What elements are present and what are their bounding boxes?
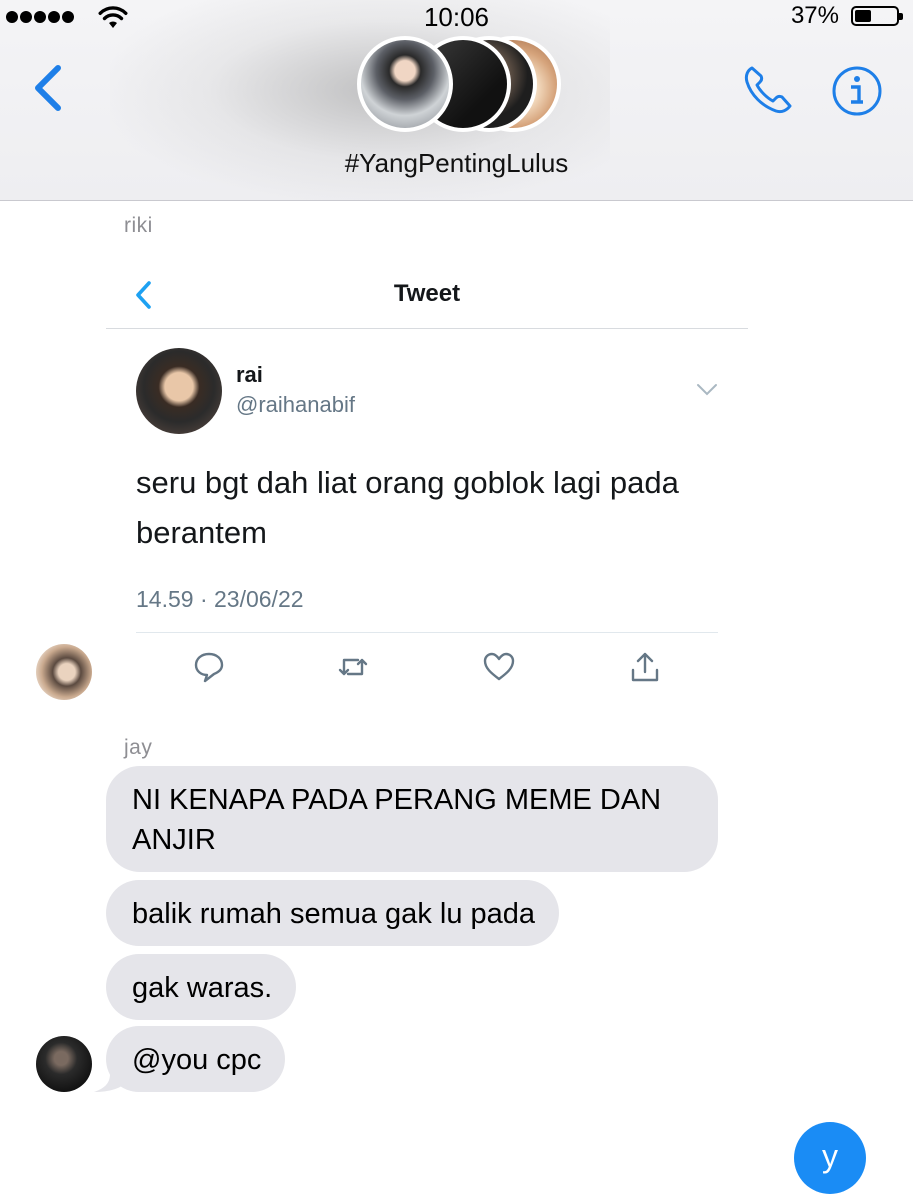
message-text: gak waras. xyxy=(132,972,273,1004)
reply-icon[interactable] xyxy=(192,650,226,684)
like-icon[interactable] xyxy=(482,650,516,684)
back-chevron-icon[interactable] xyxy=(28,62,68,114)
group-member-avatar xyxy=(357,36,453,132)
battery-icon xyxy=(851,6,903,26)
phone-icon[interactable] xyxy=(740,62,796,118)
message-text: balik rumah semua gak lu pada xyxy=(132,898,536,930)
group-avatar-stack[interactable] xyxy=(357,36,567,136)
message-bubble[interactable]: gak waras. xyxy=(106,954,297,1020)
status-time: 10:06 xyxy=(423,2,490,32)
status-bar: 10:06 37% xyxy=(0,0,913,34)
share-icon[interactable] xyxy=(628,650,662,684)
riki-avatar[interactable] xyxy=(36,644,92,700)
tweet-text: seru bgt dah liat orang goblok lagi pada… xyxy=(136,465,679,550)
chevron-down-icon[interactable] xyxy=(694,380,720,400)
message-bubble[interactable]: balik rumah semua gak lu pada xyxy=(106,880,560,946)
message-text: @you cpc xyxy=(132,1044,262,1076)
message-text: NI KENAPA PADA PERANG MEME DAN ANJIR xyxy=(132,784,662,856)
tweet-timestamp: 14.59 · 23/06/22 xyxy=(136,586,304,612)
conversation-header: 10:06 37% #YangPentingLulus xyxy=(0,0,913,201)
sender-name: riki xyxy=(124,214,153,237)
message-bubble[interactable]: NI KENAPA PADA PERANG MEME DAN ANJIR xyxy=(106,766,718,872)
battery-percentage: 37% xyxy=(790,2,839,29)
info-icon[interactable] xyxy=(830,64,884,118)
sender-name: jay xyxy=(124,736,153,759)
tweet-author-handle[interactable]: @raihanabif xyxy=(236,392,355,418)
retweet-icon[interactable] xyxy=(336,650,370,684)
message-bubble[interactable]: @you cpc xyxy=(106,1026,286,1092)
tweet-header: Tweet xyxy=(106,258,748,329)
group-name[interactable]: #YangPentingLulus xyxy=(0,148,913,179)
tweet-author-name[interactable]: rai xyxy=(236,362,263,388)
shared-tweet-card[interactable]: Tweet rai @raihanabif seru bgt dah liat … xyxy=(106,258,748,710)
tweet-header-title: Tweet xyxy=(393,280,461,307)
divider xyxy=(136,632,718,633)
jay-avatar[interactable] xyxy=(36,1036,92,1092)
compose-button[interactable]: y xyxy=(794,1122,866,1194)
tweet-author-avatar[interactable] xyxy=(136,348,222,434)
